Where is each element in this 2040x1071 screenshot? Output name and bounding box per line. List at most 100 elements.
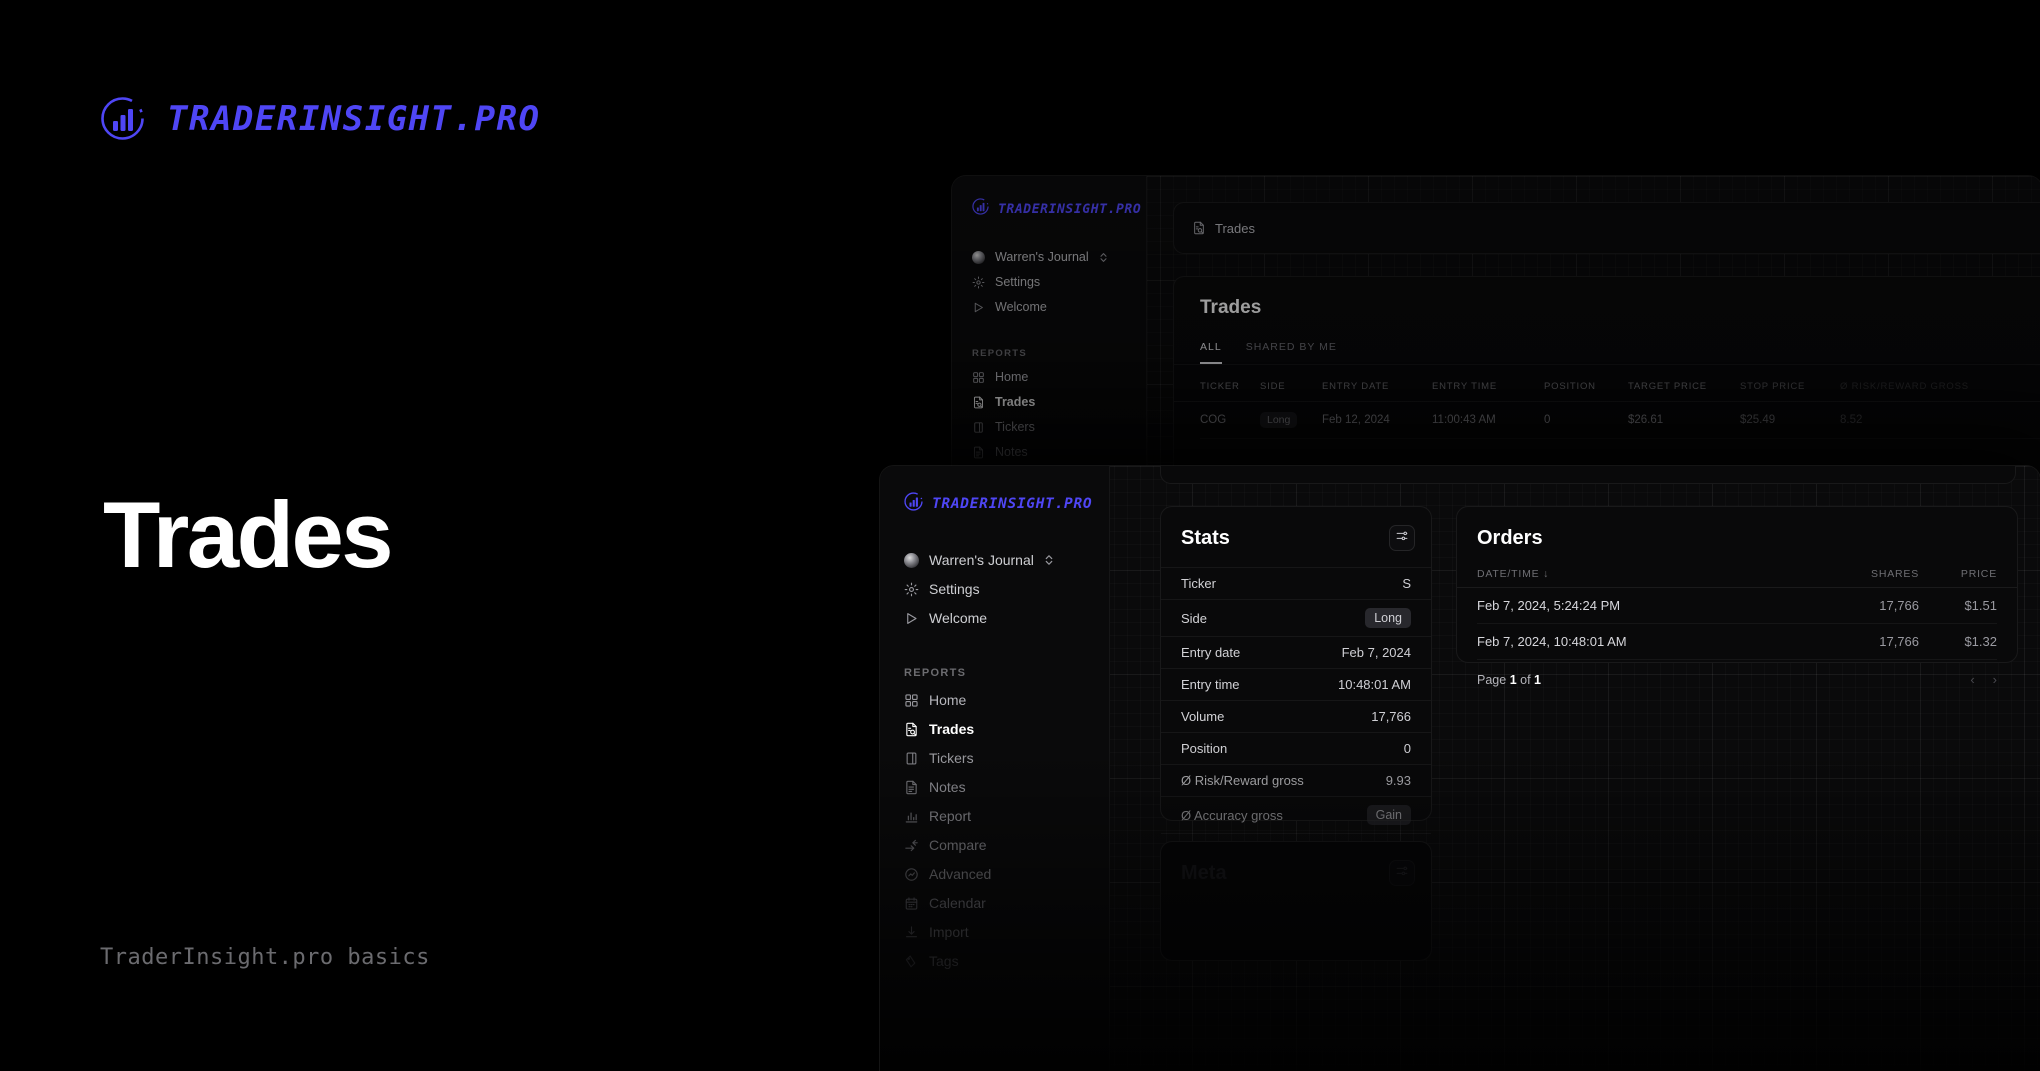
stats-value: S <box>1402 576 1411 591</box>
background-breadcrumb-root[interactable]: Trades <box>1215 221 1255 236</box>
chevron-left-icon[interactable]: ‹ <box>1970 672 1974 687</box>
workspace-label: Warren's Journal <box>995 250 1089 264</box>
sidebar-item-label: Home <box>995 370 1029 384</box>
tag-icon <box>904 954 919 969</box>
chart-circle-icon <box>972 198 989 220</box>
sidebar-item-settings[interactable]: Settings <box>880 581 1109 597</box>
stats-key: Volume <box>1181 709 1225 724</box>
meta-settings-button[interactable] <box>1389 860 1415 886</box>
background-table-body: COG Long Feb 12, 2024 11:00:43 AM 0 $26.61 $25… <box>1174 402 2040 439</box>
play-icon <box>972 301 985 314</box>
orders-title: Orders <box>1477 527 1543 549</box>
sidebar-item-trades[interactable]: Trades <box>880 721 1109 737</box>
stats-row: Ø Risk/Reward gross 9.93 <box>1161 764 1431 796</box>
sidebar-item-label: Welcome <box>929 610 988 626</box>
background-card-title: Trades <box>1200 297 1262 318</box>
sidebar-item-report[interactable]: Report <box>880 808 1109 824</box>
stats-rows: Ticker S Side Long Entry date Feb 7, 2024 Entr… <box>1161 567 1431 865</box>
background-column-header[interactable]: STOP PRICE <box>1740 381 1840 392</box>
sliders-icon <box>1395 864 1409 883</box>
background-column-header[interactable]: SIDE <box>1260 381 1322 392</box>
background-table-row[interactable]: COG Long Feb 12, 2024 11:00:43 AM 0 $26.61 $25… <box>1200 402 2040 439</box>
orders-table-row[interactable]: Feb 7, 2024, 10:48:01 AM 17,766 $1.32 <box>1477 624 1997 660</box>
background-column-header[interactable]: TARGET PRICE <box>1628 381 1740 392</box>
orders-cell: Feb 7, 2024, 5:24:24 PM <box>1477 598 1621 613</box>
calendar-icon <box>904 896 919 911</box>
background-column-header[interactable]: TICKER <box>1200 381 1260 392</box>
stats-key: Position <box>1181 741 1228 756</box>
sidebar-item-tickers[interactable]: Tickers <box>952 420 1146 434</box>
bar-chart-icon <box>904 809 919 824</box>
stats-key: Ticker <box>1181 576 1216 591</box>
chevron-right-icon[interactable]: › <box>1993 672 1997 687</box>
pagination-current: 1 <box>1509 672 1517 687</box>
note-icon <box>972 446 985 459</box>
stats-value: 17,766 <box>1371 709 1411 724</box>
orders-column-header: SHARES <box>1871 568 1919 580</box>
document-search-icon <box>1192 221 1206 235</box>
background-table-cell: 11:00:43 AM <box>1432 414 1496 426</box>
sidebar-item-label: Settings <box>929 581 980 597</box>
stats-row: Entry date Feb 7, 2024 <box>1161 636 1431 668</box>
stats-key: Ø Risk/Reward gross <box>1181 773 1304 788</box>
background-sidebar-logo[interactable]: TRADERINSIGHT.PRO <box>952 198 1146 220</box>
background-table-cell: 8.52 <box>1840 414 1863 426</box>
brand-name: TRADERINSIGHT.PRO <box>167 98 541 139</box>
background-column-header[interactable]: ENTRY TIME <box>1432 381 1544 392</box>
orders-column-header[interactable]: DATE/TIME ↓ <box>1477 568 1799 580</box>
sidebar-item-label: Advanced <box>929 866 992 882</box>
stats-value: Feb 7, 2024 <box>1341 645 1411 660</box>
sidebar-item-label: Tags <box>929 953 959 969</box>
sidebar-item-label: Trades <box>929 721 975 737</box>
chart-circle-icon <box>100 96 145 141</box>
gear-icon <box>972 276 985 289</box>
background-column-header[interactable]: Ø RISK/REWARD GROSS <box>1840 381 2040 392</box>
sidebar-item-label: Calendar <box>929 895 986 911</box>
sidebar-item-compare[interactable]: Compare <box>880 837 1109 853</box>
sidebar-item-label: Report <box>929 808 972 824</box>
sliders-icon <box>1395 529 1409 548</box>
avatar <box>972 250 985 264</box>
background-sidebar-item-welcome[interactable]: Welcome <box>952 300 1146 314</box>
workspace-switcher[interactable]: Warren's Journal <box>880 552 1109 568</box>
sidebar: TRADERINSIGHT.PRO Warren's Journal Setti… <box>880 466 1110 1071</box>
stats-key: Entry date <box>1181 645 1241 660</box>
sidebar-item-import[interactable]: Import <box>880 924 1109 940</box>
stats-value: 10:48:01 AM <box>1338 677 1411 692</box>
sidebar-section-reports: REPORTS <box>904 667 967 679</box>
background-workspace-switcher[interactable]: Warren's Journal <box>952 250 1146 264</box>
sidebar-item-notes[interactable]: Notes <box>880 779 1109 795</box>
background-table-cell: Long <box>1260 412 1322 428</box>
sidebar-item-home[interactable]: Home <box>952 370 1146 384</box>
background-tab-shared-by-me[interactable]: SHARED BY ME <box>1246 341 1337 364</box>
foreground-app-window[interactable]: TRADERINSIGHT.PRO Warren's Journal Setti… <box>880 466 2040 1071</box>
sidebar-item-welcome[interactable]: Welcome <box>880 610 1109 626</box>
orders-cell: Feb 7, 2024, 10:48:01 AM <box>1477 634 1627 649</box>
sidebar-item-tickers[interactable]: Tickers <box>880 750 1109 766</box>
stats-value-badge: Gain <box>1366 805 1411 825</box>
sidebar-item-tags[interactable]: Tags <box>880 953 1109 969</box>
sidebar-item-label: Home <box>929 692 967 708</box>
sidebar-item-notes[interactable]: Notes <box>952 445 1146 459</box>
orders-table-row[interactable]: Feb 7, 2024, 5:24:24 PM 17,766 $1.51 <box>1477 588 1997 624</box>
stats-settings-button[interactable] <box>1389 525 1415 551</box>
orders-table-body: Feb 7, 2024, 5:24:24 PM 17,766 $1.51 Feb 7,… <box>1457 588 2017 660</box>
sidebar-item-advanced[interactable]: Advanced <box>880 866 1109 882</box>
background-column-header[interactable]: ENTRY DATE <box>1322 381 1432 392</box>
stats-card: Stats Ticker S Side Long Entry date Feb 7, 20… <box>1160 506 1432 857</box>
download-icon <box>904 925 919 940</box>
sidebar-item-trades[interactable]: Trades <box>952 395 1146 409</box>
panel-icon <box>972 421 985 434</box>
sidebar-item-label: Notes <box>995 445 1028 459</box>
stats-value-badge: Long <box>1365 608 1411 628</box>
sidebar-item-home[interactable]: Home <box>880 692 1109 708</box>
sidebar-item-calendar[interactable]: Calendar <box>880 895 1109 911</box>
orders-card: Orders DATE/TIME ↓ SHARES PRICE Feb 7, 202… <box>1456 506 2018 687</box>
background-sidebar-item-settings[interactable]: Settings <box>952 275 1146 289</box>
sidebar-logo[interactable]: TRADERINSIGHT.PRO <box>880 492 1109 516</box>
stats-row: Ticker S <box>1161 567 1431 599</box>
chevron-updown-icon[interactable] <box>1044 554 1054 566</box>
sidebar-logo-text: TRADERINSIGHT.PRO <box>932 496 1093 512</box>
background-column-header[interactable]: POSITION <box>1544 381 1628 392</box>
background-tab-all[interactable]: ALL <box>1200 341 1222 364</box>
